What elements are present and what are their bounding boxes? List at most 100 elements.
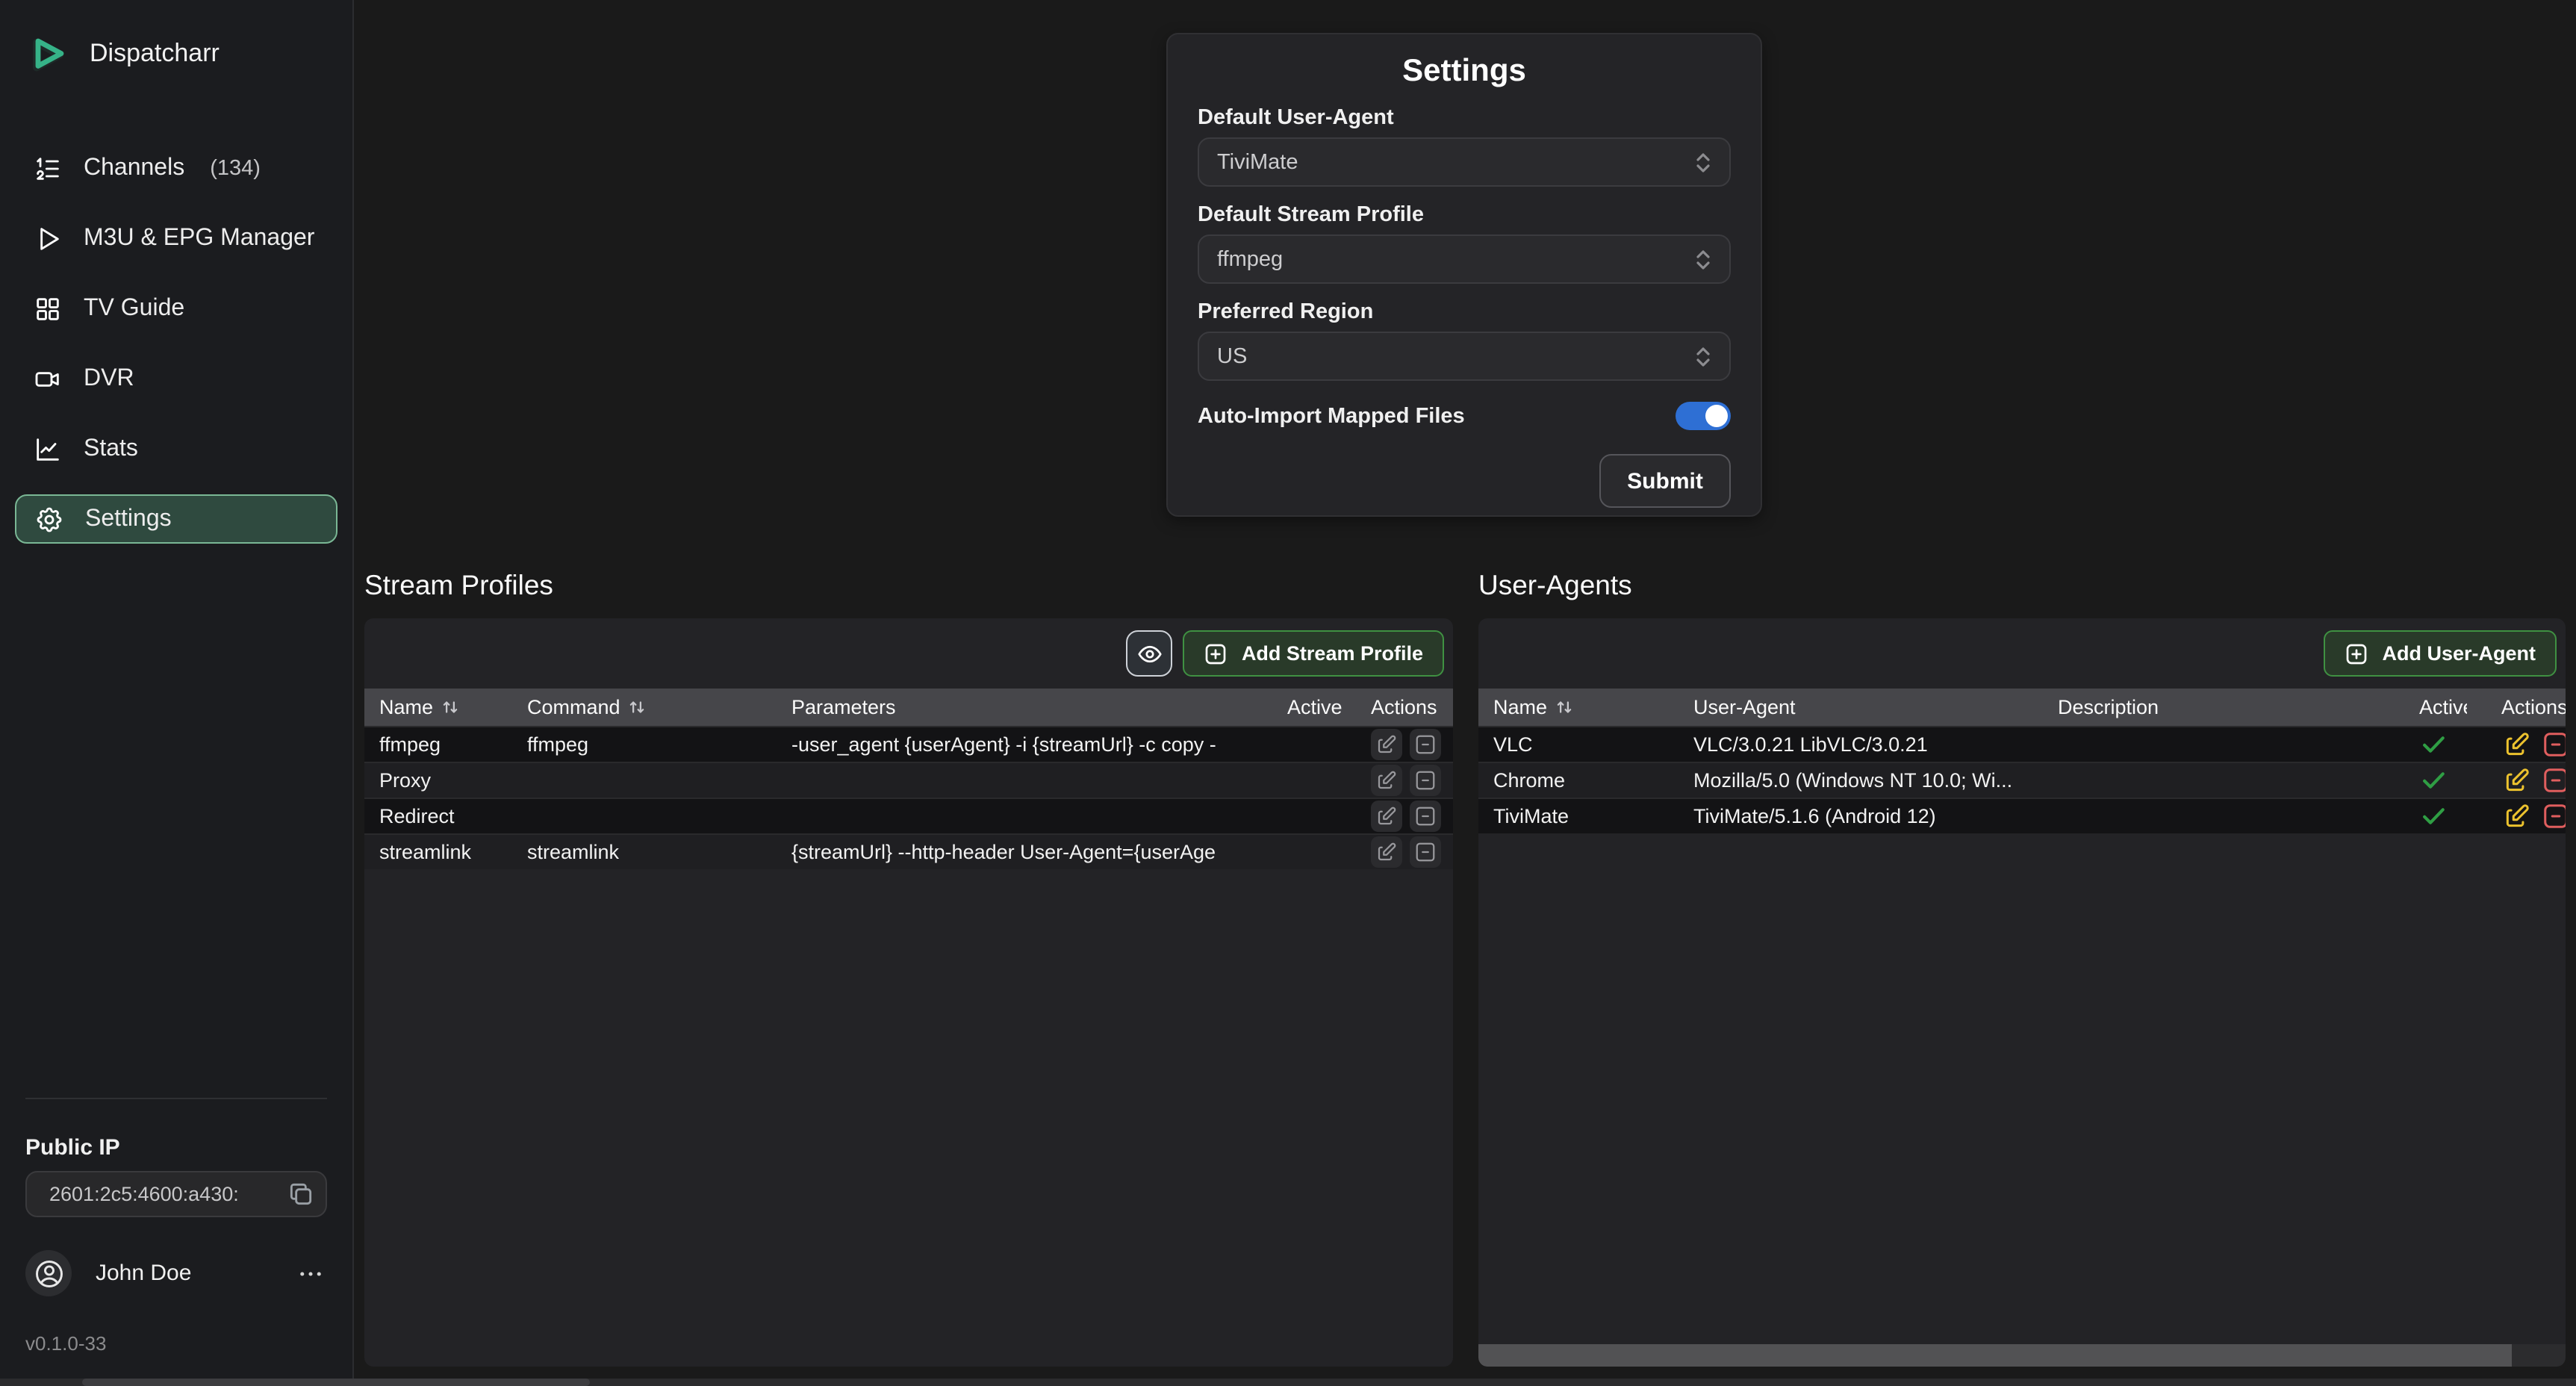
ua-name: TiviMate [1478,805,1679,827]
default-user-agent-select[interactable]: TiviMate [1198,137,1731,187]
edit-button[interactable] [1371,836,1402,868]
column-header-user-agent: User-Agent [1679,696,2043,718]
sidebar-item-label: Settings [85,506,172,532]
add-user-agent-button[interactable]: Add User-Agent [2324,630,2557,677]
gear-icon [34,504,64,534]
remove-button[interactable] [1410,801,1441,832]
profile-name: ffmpeg [364,733,512,756]
sidebar-item-channels[interactable]: Channels (134) [15,143,337,193]
sort-icon [628,697,647,717]
channels-count: (134) [210,156,261,180]
table-header: Name Command Param [364,689,1453,726]
table-row: VLC VLC/3.0.21 LibVLC/3.0.21 [1478,726,2566,762]
sidebar-item-label: Channels [84,155,184,181]
sidebar-item-settings[interactable]: Settings [15,494,337,544]
column-header-command[interactable]: Command [512,696,777,718]
column-header-parameters: Parameters [777,696,1272,718]
app-title: Dispatcharr [90,39,220,69]
edit-button[interactable] [2501,765,2533,796]
add-stream-profile-button[interactable]: Add Stream Profile [1183,630,1444,677]
table-row: TiviMate TiviMate/5.1.6 (Android 12) [1478,798,2566,833]
submit-button[interactable]: Submit [1599,454,1731,508]
column-header-active: Active [1272,696,1356,718]
default-user-agent-value: TiviMate [1217,150,1695,174]
sidebar-item-stats[interactable]: Stats [15,424,337,473]
avatar [25,1250,72,1296]
remove-button[interactable] [1410,729,1441,760]
page-scrollbar-thumb[interactable] [82,1379,590,1386]
user-menu-dots-icon[interactable] [294,1257,327,1290]
table-row: streamlink streamlink {streamUrl} --http… [364,833,1453,869]
user-agents-title: User-Agents [1478,569,1632,602]
edit-button[interactable] [1371,801,1402,832]
sidebar-footer: Public IP 2601:2c5:4600:a430: J [0,1098,352,1379]
stream-profiles-title: Stream Profiles [364,569,553,602]
app-logo-row: Dispatcharr [0,0,352,78]
horizontal-scrollbar-thumb[interactable] [1478,1344,2511,1367]
table-header: Name User-Agent Description Active [1478,689,2566,726]
remove-button[interactable] [2540,801,2566,832]
remove-button[interactable] [1410,836,1441,868]
auto-import-toggle[interactable] [1676,402,1731,430]
public-ip-field[interactable]: 2601:2c5:4600:a430: [25,1171,327,1217]
sidebar-nav: Channels (134) M3U & EPG Manager [0,143,352,544]
video-camera-icon [33,364,63,394]
check-icon [2419,802,2467,830]
toggle-knob [1705,405,1728,427]
check-icon [2419,766,2467,795]
chart-line-icon [33,434,63,464]
edit-button[interactable] [2501,801,2533,832]
copy-icon[interactable] [287,1180,315,1208]
sidebar-item-m3u-epg[interactable]: M3U & EPG Manager [15,214,337,263]
user-name: John Doe [96,1261,191,1286]
horizontal-scrollbar[interactable] [1478,1344,2566,1367]
preferred-region-label: Preferred Region [1198,300,1731,324]
sidebar-item-label: Stats [84,435,138,462]
edit-button[interactable] [1371,765,1402,796]
ua-name: VLC [1478,733,1679,756]
list-numbers-icon [33,153,63,183]
sidebar-item-tv-guide[interactable]: TV Guide [15,284,337,333]
profile-command: streamlink [512,841,777,863]
submit-row: Submit [1198,454,1731,508]
public-ip-value: 2601:2c5:4600:a430: [49,1183,287,1205]
plus-square-icon [2345,641,2368,665]
eye-icon [1136,640,1163,667]
column-header-description: Description [2043,696,2404,718]
user-agents-toolbar: Add User-Agent [1478,618,2566,689]
profile-name: streamlink [364,841,512,863]
stream-profiles-table: Name Command Param [364,689,1453,869]
remove-button[interactable] [1410,765,1441,796]
table-row: Proxy [364,762,1453,798]
sidebar-item-dvr[interactable]: DVR [15,354,337,403]
default-stream-profile-select[interactable]: ffmpeg [1198,234,1731,284]
chevron-updown-icon [1695,149,1711,175]
sidebar-item-label: DVR [84,365,134,392]
auto-import-label: Auto-Import Mapped Files [1198,404,1465,428]
edit-button[interactable] [2501,729,2533,760]
profile-name: Redirect [364,805,512,827]
remove-button[interactable] [2540,765,2566,796]
column-header-name[interactable]: Name [1478,696,1679,718]
sort-icon [441,697,460,717]
page-horizontal-scrollbar[interactable] [0,1379,2576,1386]
visibility-button[interactable] [1127,630,1173,677]
table-row: Redirect [364,798,1453,833]
sidebar-item-label: M3U & EPG Manager [84,225,314,252]
column-header-name[interactable]: Name [364,696,512,718]
sidebar-divider [25,1098,327,1099]
default-stream-profile-value: ffmpeg [1217,247,1695,271]
edit-button[interactable] [1371,729,1402,760]
default-stream-profile-label: Default Stream Profile [1198,203,1731,227]
ua-string: VLC/3.0.21 LibVLC/3.0.21 [1679,733,2043,756]
preferred-region-value: US [1217,344,1695,368]
auto-import-row: Auto-Import Mapped Files [1198,402,1731,430]
preferred-region-select[interactable]: US [1198,332,1731,381]
stream-profiles-panel: Add Stream Profile Name Command [364,618,1453,1367]
table-row: Chrome Mozilla/5.0 (Windows NT 10.0; Wi.… [1478,762,2566,798]
add-user-agent-label: Add User-Agent [2382,642,2536,665]
grid-icon [33,293,63,323]
play-icon [33,223,63,253]
remove-button[interactable] [2540,729,2566,760]
sidebar: Dispatcharr Channels (134) [0,0,354,1379]
